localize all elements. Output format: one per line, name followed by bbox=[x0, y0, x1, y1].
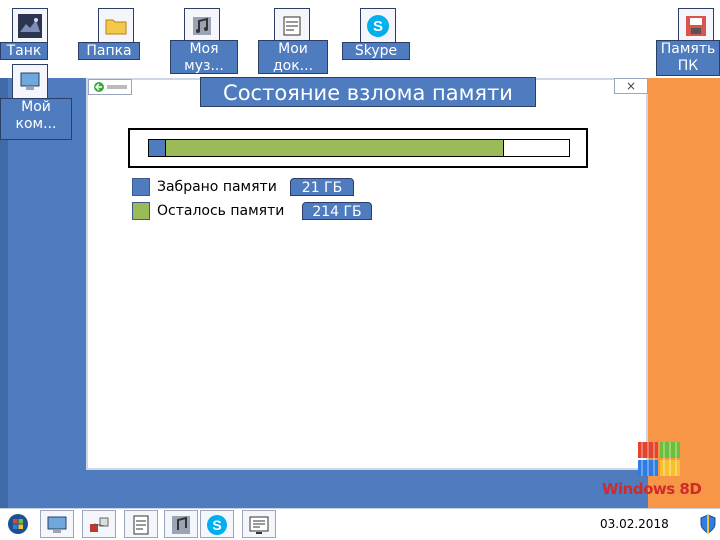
skype-logo-icon: S bbox=[367, 15, 389, 37]
taskbar-music-button[interactable] bbox=[164, 510, 198, 538]
legend-remaining-label: Осталось памяти bbox=[157, 203, 285, 219]
taskbar-memory-button[interactable] bbox=[242, 510, 276, 538]
my-computer-icon[interactable] bbox=[12, 64, 48, 100]
music-icon bbox=[172, 516, 190, 534]
tank-label[interactable]: Танк bbox=[0, 42, 48, 60]
desktop-left-stripe bbox=[0, 78, 8, 508]
taskbar-skype-button[interactable]: S bbox=[200, 510, 234, 538]
skype-icon: S bbox=[207, 515, 227, 535]
computer-image-icon bbox=[20, 72, 40, 90]
window-toolbar-chip[interactable] bbox=[88, 79, 132, 95]
legend-taken-label: Забрано памяти bbox=[157, 179, 277, 195]
tank-image-icon bbox=[18, 14, 42, 38]
folder-icon[interactable] bbox=[98, 8, 134, 44]
start-orb-icon bbox=[8, 514, 28, 534]
computer-icon bbox=[47, 516, 67, 533]
folder-label[interactable]: Папка bbox=[78, 42, 140, 60]
memory-icon bbox=[249, 516, 269, 534]
taskbar-network-button[interactable] bbox=[82, 510, 116, 538]
memory-pc-label[interactable]: Память ПК bbox=[656, 40, 720, 76]
tank-icon[interactable] bbox=[12, 8, 48, 44]
my-computer-label[interactable]: Мой ком... bbox=[0, 98, 72, 140]
documents-image-icon bbox=[283, 16, 301, 36]
floppy-image-icon bbox=[686, 16, 706, 36]
security-shield-icon[interactable] bbox=[700, 514, 716, 534]
documents-folder-icon[interactable] bbox=[274, 8, 310, 44]
legend-taken-swatch bbox=[132, 178, 150, 196]
taskbar-clock: 03.02.2018 bbox=[600, 517, 669, 531]
legend-remaining-swatch bbox=[132, 202, 150, 220]
progress-remaining-segment bbox=[166, 140, 504, 156]
documents-icon bbox=[133, 515, 149, 535]
back-arrow-icon bbox=[94, 82, 127, 92]
floppy-disk-icon[interactable] bbox=[678, 8, 714, 44]
taskbar-computer-button[interactable] bbox=[40, 510, 74, 538]
window-title: Состояние взлома памяти bbox=[200, 77, 536, 107]
documents-label[interactable]: Мои док... bbox=[258, 40, 328, 74]
windows-logo-text: Windows 8D bbox=[602, 480, 702, 498]
windows-logo-icon bbox=[638, 442, 680, 476]
skype-label[interactable]: Skype bbox=[342, 42, 410, 60]
start-button[interactable] bbox=[2, 510, 36, 538]
music-label[interactable]: Моя муз... bbox=[170, 40, 238, 74]
network-icon bbox=[90, 517, 109, 532]
music-folder-icon[interactable] bbox=[184, 8, 220, 44]
legend-taken-value: 21 ГБ bbox=[290, 178, 354, 196]
folder-image-icon bbox=[105, 19, 127, 35]
window-close-button[interactable]: × bbox=[614, 78, 648, 94]
legend-remaining-value: 214 ГБ bbox=[302, 202, 372, 220]
svg-text:S: S bbox=[212, 517, 221, 533]
taskbar-documents-button[interactable] bbox=[124, 510, 158, 538]
skype-icon[interactable]: S bbox=[360, 8, 396, 44]
svg-text:S: S bbox=[373, 18, 383, 35]
progress-taken-segment bbox=[149, 140, 166, 156]
music-image-icon bbox=[193, 17, 211, 35]
memory-progress-bar bbox=[148, 139, 570, 157]
